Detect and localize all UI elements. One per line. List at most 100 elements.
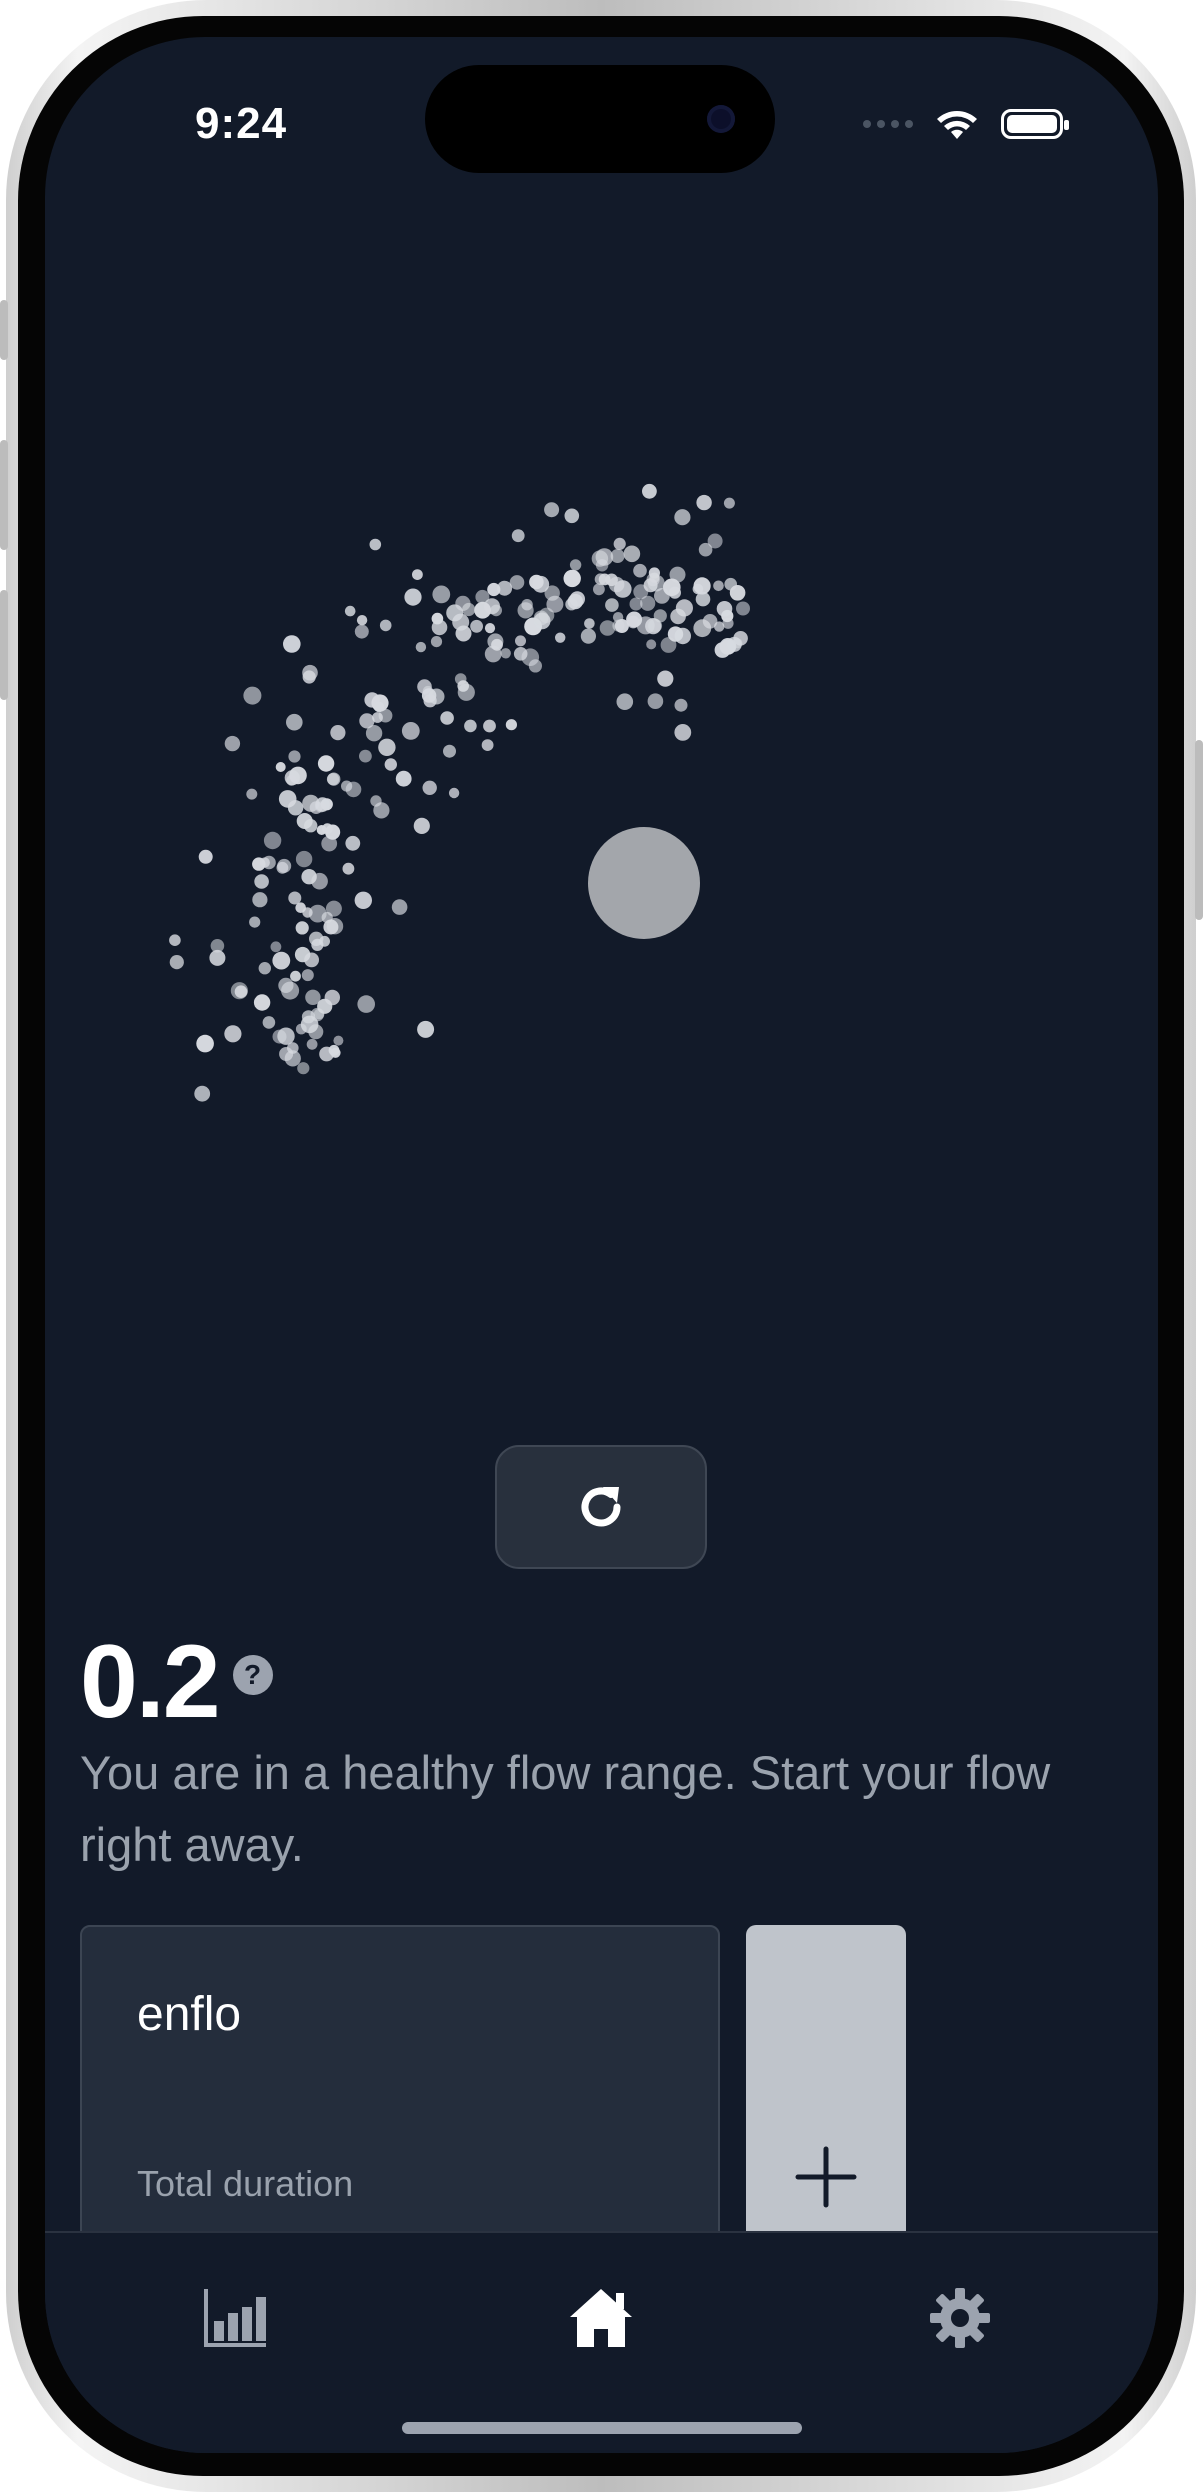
particle-dot xyxy=(487,582,501,597)
particle-dot xyxy=(412,569,423,580)
particle-dot xyxy=(354,624,369,639)
particle-dot xyxy=(209,949,226,966)
particle-dot xyxy=(246,788,258,800)
particle-dot xyxy=(646,639,657,650)
particle-dot xyxy=(326,918,344,935)
home-indicator xyxy=(402,2422,802,2434)
particle-dot xyxy=(259,857,270,868)
particle-dot xyxy=(563,569,581,588)
particle-dot xyxy=(359,749,372,763)
particle-dot xyxy=(254,874,269,889)
particle-visualization xyxy=(169,483,750,1102)
particle-dot xyxy=(528,659,542,673)
particle-dot xyxy=(373,701,385,713)
particle-dot xyxy=(294,946,311,963)
particle-dot xyxy=(593,583,605,596)
particle-dot xyxy=(345,835,361,851)
particle-dot xyxy=(633,584,649,600)
particle-dot xyxy=(674,509,691,526)
particle-dot xyxy=(320,798,333,811)
particle-dot xyxy=(470,619,483,633)
particle-dot xyxy=(491,638,503,651)
tab-settings[interactable] xyxy=(920,2278,1000,2358)
particle-dot xyxy=(344,605,356,617)
particle-dot xyxy=(511,529,525,543)
particle-dot xyxy=(736,601,750,616)
particle-dot xyxy=(404,588,422,606)
help-icon[interactable]: ? xyxy=(232,1655,273,1695)
home-icon xyxy=(570,2289,632,2347)
particle-dot xyxy=(475,589,490,604)
particle-dot xyxy=(533,610,549,626)
particle-dot xyxy=(448,787,460,799)
particle-dot xyxy=(345,781,362,798)
particle-dot xyxy=(446,604,464,622)
particle-dot xyxy=(580,628,597,644)
tab-stats[interactable] xyxy=(195,2278,275,2358)
particle-dot xyxy=(378,738,396,756)
particle-dot xyxy=(277,1027,295,1045)
particle-dot xyxy=(297,1062,310,1075)
particle-dot xyxy=(311,938,324,952)
particle-dot xyxy=(481,739,494,751)
particle-dot xyxy=(417,1020,435,1038)
particle-dot xyxy=(253,994,271,1011)
particle-dot xyxy=(432,585,451,604)
tab-bar xyxy=(45,2231,1158,2453)
session-duration-label: Total duration xyxy=(137,2163,354,2204)
app-screen: 9:24 0.2 ? You are in a healthy flow ran… xyxy=(45,37,1158,2453)
refresh-button[interactable] xyxy=(495,1445,707,1569)
particle-dot xyxy=(692,583,704,595)
particle-dot xyxy=(674,698,688,712)
particle-dot xyxy=(490,604,503,617)
particle-dot xyxy=(648,618,663,633)
flow-message: You are in a healthy flow range. Start y… xyxy=(80,1746,1051,1871)
particle-dot xyxy=(595,548,614,566)
particle-dot xyxy=(464,719,477,733)
particle-dot xyxy=(455,625,472,642)
particle-dot xyxy=(513,647,528,661)
particle-dot xyxy=(169,955,184,970)
particle-dot xyxy=(290,970,301,982)
particle-dot xyxy=(354,891,372,909)
particle-dot xyxy=(301,1010,316,1024)
particle-dot xyxy=(567,593,583,610)
particle-dot xyxy=(262,1016,276,1029)
particle-dot xyxy=(413,817,430,835)
particle-dot xyxy=(309,801,323,814)
particle-dot xyxy=(169,934,181,946)
gear-icon xyxy=(930,2288,990,2348)
tab-home[interactable] xyxy=(561,2278,641,2358)
volume-up-button xyxy=(0,440,8,550)
particle-dot xyxy=(509,575,525,590)
session-name: enflo xyxy=(137,1988,242,2041)
particle-dot xyxy=(325,824,341,840)
particle-dot xyxy=(391,899,408,915)
particle-dot xyxy=(373,802,390,819)
particle-dot xyxy=(288,891,302,905)
particle-dot xyxy=(333,1035,344,1046)
particle-dot xyxy=(327,772,341,786)
particle-dot xyxy=(505,719,517,731)
particle-dot xyxy=(484,623,496,634)
particle-dot xyxy=(462,602,476,617)
particle-dot xyxy=(569,559,582,571)
particle-dot xyxy=(317,998,333,1014)
particle-dot xyxy=(286,713,303,731)
particle-dot xyxy=(417,679,432,694)
particle-dot xyxy=(295,850,313,868)
flow-orb xyxy=(588,827,700,939)
particle-dot xyxy=(657,670,674,687)
particle-dot xyxy=(660,637,677,653)
particle-dot xyxy=(616,693,634,710)
particle-dot xyxy=(234,985,248,998)
particle-dot xyxy=(647,693,664,709)
particle-dot xyxy=(249,916,261,928)
particle-dot xyxy=(674,627,691,645)
particle-dot xyxy=(649,572,660,583)
particle-dot xyxy=(642,483,657,499)
particle-dot xyxy=(342,862,355,875)
particle-dot xyxy=(443,744,456,758)
particle-dot xyxy=(674,724,692,741)
particle-dot xyxy=(198,849,213,864)
